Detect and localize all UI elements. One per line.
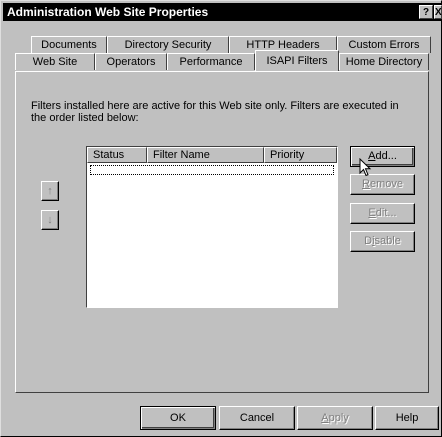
list-header: Status Filter Name Priority	[87, 147, 337, 163]
ok-button[interactable]: OK	[140, 406, 216, 430]
column-status[interactable]: Status	[87, 147, 147, 163]
edit-button[interactable]: Edit...	[350, 203, 415, 224]
add-text: dd...	[375, 150, 397, 162]
tab-performance[interactable]: Performance	[167, 53, 255, 70]
arrow-down-icon: ↓	[47, 214, 53, 226]
tab-web-site[interactable]: Web Site	[15, 53, 95, 70]
edit-text: dit...	[375, 207, 397, 219]
tab-isapi-filters[interactable]: ISAPI Filters	[255, 50, 339, 71]
column-priority[interactable]: Priority	[264, 147, 337, 163]
tab-home-directory[interactable]: Home Directory	[339, 53, 429, 70]
title-bar[interactable]: Administration Web Site Properties ? X	[3, 3, 442, 21]
disable-button[interactable]: Disable	[350, 231, 415, 252]
window-title: Administration Web Site Properties	[7, 5, 209, 19]
move-down-button[interactable]: ↓	[41, 210, 59, 230]
filters-list[interactable]: Status Filter Name Priority	[86, 146, 338, 308]
apply-accel: A	[321, 412, 329, 424]
close-icon[interactable]: X	[434, 5, 442, 19]
help-icon[interactable]: ?	[419, 5, 433, 19]
arrow-up-icon: ↑	[47, 185, 53, 197]
apply-button[interactable]: Apply	[297, 406, 373, 430]
disable-text: sable	[374, 235, 401, 247]
cancel-button[interactable]: Cancel	[219, 406, 295, 430]
filters-description: Filters installed here are active for th…	[31, 100, 399, 124]
help-button[interactable]: Help	[375, 406, 439, 430]
edit-accel: E	[368, 207, 376, 219]
remove-text: emove	[369, 178, 403, 190]
mouse-pointer-icon	[359, 158, 372, 177]
column-filter-name[interactable]: Filter Name	[147, 147, 264, 163]
tab-documents[interactable]: Documents	[31, 36, 107, 53]
remove-accel: R	[362, 178, 370, 190]
disable-text-start: D	[364, 235, 373, 247]
properties-dialog: Administration Web Site Properties ? X D…	[0, 0, 442, 437]
move-up-button[interactable]: ↑	[41, 181, 59, 201]
apply-text: pply	[328, 412, 349, 424]
tab-operators[interactable]: Operators	[95, 53, 167, 70]
tab-directory-security[interactable]: Directory Security	[107, 36, 229, 53]
tab-custom-errors[interactable]: Custom Errors	[337, 36, 431, 53]
focus-rectangle	[90, 165, 334, 175]
